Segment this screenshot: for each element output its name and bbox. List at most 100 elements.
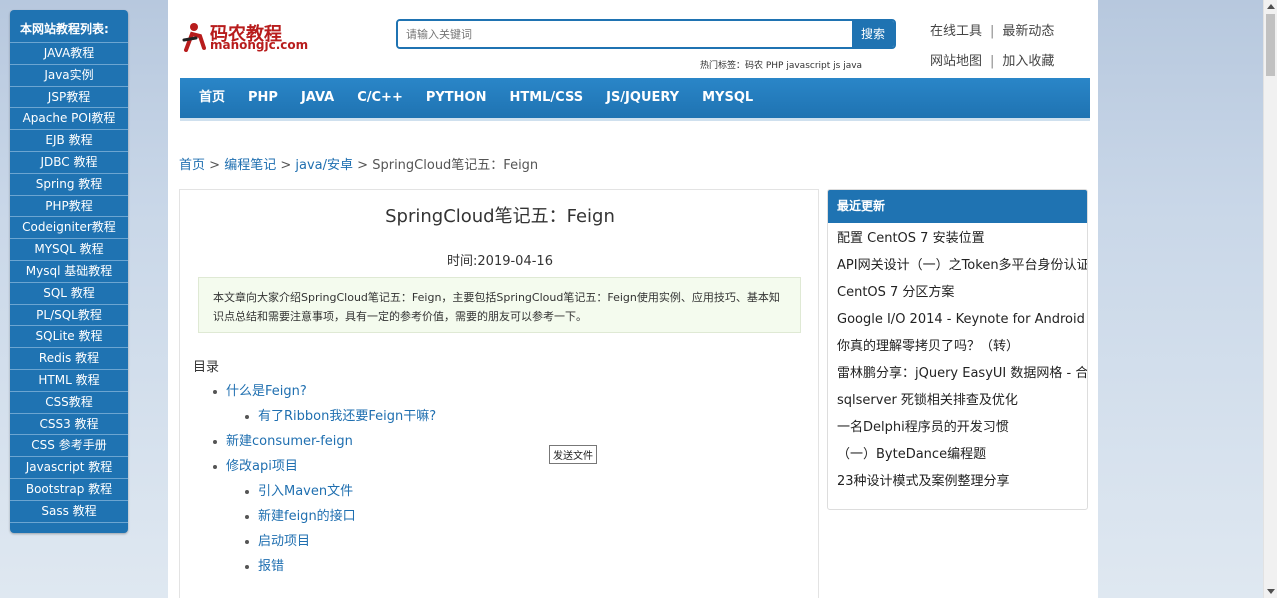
recent-update-link[interactable]: 雷林鹏分享：jQuery EasyUI 数据网格 - 合并单元格 [828,360,1087,387]
tutorial-link[interactable]: JDBC 教程 [10,152,128,174]
main-nav-item[interactable]: JAVA [301,78,334,118]
separator: | [990,24,995,39]
hot-tags: 热门标签：码农 PHP javascript js java [700,61,863,71]
search-input[interactable] [398,21,869,47]
recent-update-link[interactable]: （一）ByteDance编程题 [828,441,1087,468]
main-nav-item[interactable]: JS/JQUERY [606,78,679,118]
tutorial-link[interactable]: HTML 教程 [10,370,128,392]
main-nav: 首页 PHP JAVA C/C++ PYTHON HTML/CSS JS/JQUERY MYS… [180,78,1090,121]
breadcrumb-current: SpringCloud笔记五：Feign [372,158,539,173]
toc-link[interactable]: 什么是Feign? [226,384,307,399]
tutorial-link[interactable]: Bootstrap 教程 [10,479,128,501]
tutorial-link[interactable]: Redis 教程 [10,348,128,370]
tutorial-link[interactable]: Javascript 教程 [10,457,128,479]
latest-news-link[interactable]: 最新动态 [1002,24,1054,39]
bullet-icon [213,440,217,444]
main-nav-item[interactable]: PYTHON [426,78,487,118]
main-page: 码农教程 manongjc.com 搜索 热门标签：码农 PHP javascr… [168,0,1098,598]
bullet-icon [213,390,217,394]
main-nav-item[interactable]: HTML/CSS [509,78,583,118]
scrollbar-thumb[interactable] [1266,14,1275,76]
tutorial-link[interactable]: PHP教程 [10,196,128,218]
toc-title: 目录 [193,360,220,375]
toc-link[interactable]: 新建feign的接口 [258,509,356,524]
toc-link[interactable]: 有了Ribbon我还要Feign干嘛? [258,409,436,424]
bullet-icon [245,565,249,569]
breadcrumb-sep: > [357,158,369,173]
tutorial-link[interactable]: CSS教程 [10,392,128,414]
page-scrollbar[interactable] [1263,0,1277,598]
recent-update-link[interactable]: Google I/O 2014 - Keynote for Android [828,306,1087,333]
search-bar: 搜索 [396,19,896,49]
bullet-icon [245,540,249,544]
bullet-icon [245,415,249,419]
toc-link[interactable]: 新建consumer-feign [226,434,353,449]
tutorial-link[interactable]: Codeigniter教程 [10,217,128,240]
tutorial-link[interactable]: Spring 教程 [10,174,128,196]
recent-update-link[interactable]: 你真的理解零拷贝了吗？（转） [828,333,1087,360]
toc-item: 新建feign的接口 [193,509,436,534]
toc-item: 修改api项目 [193,459,436,484]
toc-item: 引入Maven文件 [193,484,436,509]
add-favorite-link[interactable]: 加入收藏 [1002,54,1054,69]
logo-figure-icon [182,23,206,52]
top-links-row1: 在线工具 | 最新动态 [930,20,1054,39]
main-nav-item[interactable]: PHP [248,78,278,118]
toc-item: 报错 [193,559,436,584]
table-of-contents: 什么是Feign? 有了Ribbon我还要Feign干嘛? 新建consumer-f… [193,384,436,584]
tutorial-link[interactable]: Apache POI教程 [10,108,128,131]
tutorial-link[interactable]: CSS3 教程 [10,414,128,436]
top-links-row2: 网站地图 | 加入收藏 [930,50,1054,69]
online-tools-link[interactable]: 在线工具 [930,24,982,39]
tutorial-link[interactable]: JAVA教程 [10,43,128,65]
toc-link[interactable]: 报错 [258,559,284,574]
main-nav-item[interactable]: 首页 [199,78,225,118]
breadcrumb: 首页 > 编程笔记 > java/安卓 > SpringCloud笔记五：Fei… [179,154,538,173]
bullet-icon [245,515,249,519]
toc-item: 什么是Feign? [193,384,436,409]
recent-update-link[interactable]: API网关设计（一）之Token多平台身份认证 [828,252,1087,279]
tutorial-link[interactable]: Mysql 基础教程 [10,261,128,283]
toc-item: 新建consumer-feign [193,434,436,459]
tutorial-link[interactable]: PL/SQL教程 [10,305,128,327]
recent-update-link[interactable]: 23种设计模式及案例整理分享 [828,468,1087,495]
recent-update-link[interactable]: sqlserver 死锁相关排查及优化 [828,387,1087,414]
recent-update-link[interactable]: CentOS 7 分区方案 [828,279,1087,306]
toc-item: 启动项目 [193,534,436,559]
main-nav-item[interactable]: C/C++ [357,78,403,118]
article: SpringCloud笔记五：Feign 时间:2019-04-16 本文章向大… [179,189,819,598]
tutorial-link[interactable]: MYSQL 教程 [10,239,128,261]
toc-link[interactable]: 修改api项目 [226,459,298,474]
tutorial-link[interactable]: CSS 参考手册 [10,435,128,458]
scroll-up-arrow-icon[interactable] [1267,4,1275,9]
article-time: 时间:2019-04-16 [447,254,553,269]
tutorial-link[interactable]: EJB 教程 [10,130,128,152]
send-file-tooltip: 发送文件 [549,445,597,464]
recent-updates-heading: 最近更新 [828,190,1087,223]
recent-update-link[interactable]: 配置 CentOS 7 安装位置 [828,225,1087,252]
tutorial-link[interactable]: Java实例 [10,65,128,87]
article-title: SpringCloud笔记五：Feign [385,206,615,227]
tutorial-link[interactable]: SQLite 教程 [10,326,128,349]
toc-link[interactable]: 引入Maven文件 [258,484,353,499]
tutorial-link[interactable]: Sass 教程 [10,501,128,523]
separator: | [990,54,995,69]
site-logo[interactable]: 码农教程 manongjc.com [182,20,322,56]
main-nav-item[interactable]: MYSQL [702,78,753,118]
recent-updates-panel: 最近更新 配置 CentOS 7 安装位置 API网关设计（一）之Token多平台… [827,189,1088,510]
tutorial-list-sidebar: 本网站教程列表: JAVA教程 Java实例 JSP教程 Apache POI教程 EJ… [10,10,128,533]
search-button[interactable]: 搜索 [852,21,894,47]
breadcrumb-notes[interactable]: 编程笔记 [224,158,276,173]
toc-link[interactable]: 启动项目 [258,534,310,549]
tutorial-link[interactable]: JSP教程 [10,87,128,109]
tutorial-list-heading: 本网站教程列表: [10,10,128,43]
breadcrumb-java[interactable]: java/安卓 [295,158,353,173]
recent-update-link[interactable]: 一名Delphi程序员的开发习惯 [828,414,1087,441]
bullet-icon [213,465,217,469]
sitemap-link[interactable]: 网站地图 [930,54,982,69]
breadcrumb-sep: > [280,158,292,173]
tutorial-link[interactable]: SQL 教程 [10,283,128,305]
breadcrumb-home[interactable]: 首页 [179,158,205,173]
scroll-down-arrow-icon[interactable] [1267,589,1275,594]
logo-domain: manongjc.com [210,38,309,52]
